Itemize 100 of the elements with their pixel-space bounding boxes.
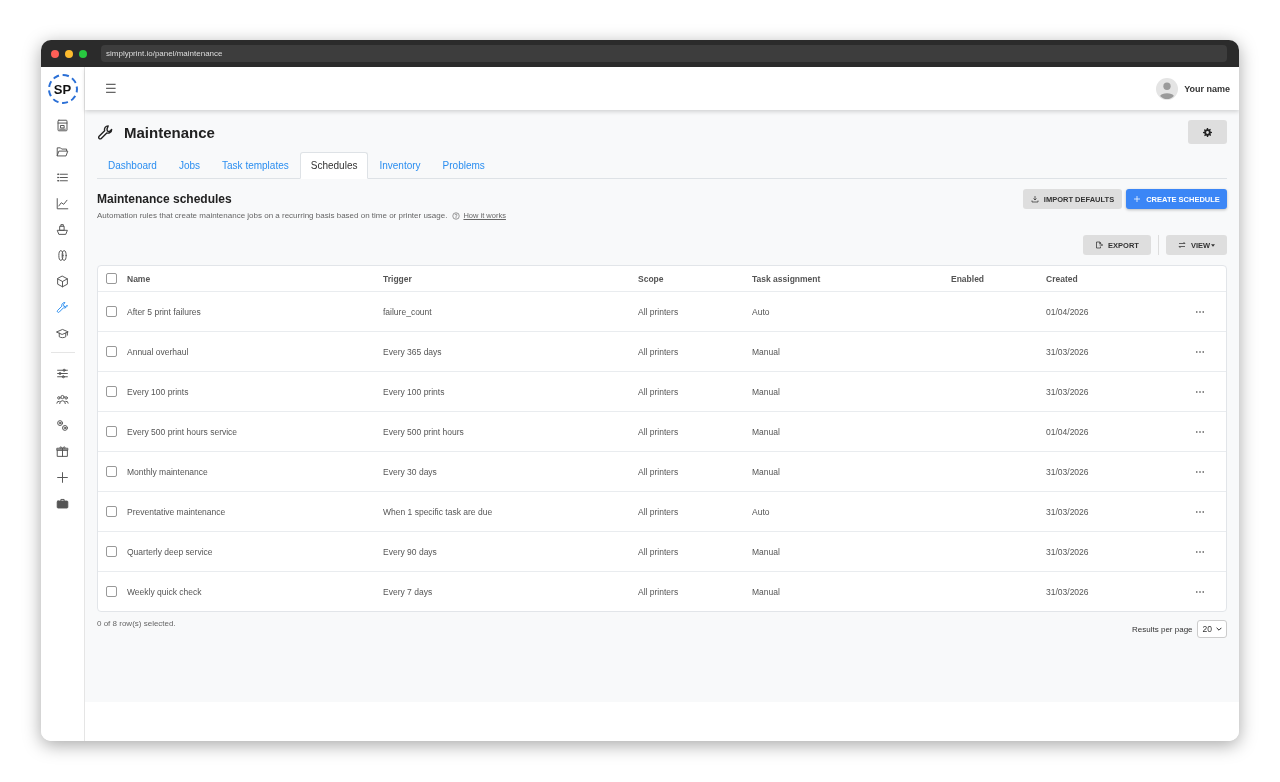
table-cell-text: 31/03/2026 [1046,466,1090,477]
users-icon[interactable] [56,393,69,406]
table-cell-text: When 1 specific task are due [383,506,494,517]
more-icon[interactable] [1196,430,1204,433]
file-export-icon [1095,241,1104,249]
table-cell-text: Every 500 print hours [383,426,465,437]
selection-count: 0 of 8 row(s) selected. [97,619,176,630]
close-icon[interactable] [51,49,59,58]
per-page-select[interactable]: 20 [1196,620,1227,638]
table-cell-text: 31/03/2026 [1046,386,1090,397]
table-cell-text: All printers [638,306,680,317]
table-cell-text: Annual overhaul [127,346,190,357]
swap-icon [1177,241,1186,249]
table-cell-text: Quarterly deep service [127,546,214,557]
row-checkbox[interactable] [106,546,117,557]
section-description: Automation rules that create maintenance jobs on a recurring basis based on time or printer usage. [97,211,448,220]
row-checkbox[interactable] [106,306,117,317]
table-cell-text: Manual [752,466,781,477]
table-cell-text: Manual [752,586,781,597]
row-checkbox[interactable] [106,506,117,517]
table-cell-text: 31/03/2026 [1046,506,1090,517]
plus-icon [1133,195,1142,203]
logo[interactable]: SP [47,74,78,104]
gift-icon[interactable] [56,445,69,458]
menu-button[interactable]: ☰ [105,81,117,96]
table-cell-text: Auto [752,306,771,317]
table-cell-text: All printers [638,426,680,437]
table-cell-text: Monthly maintenance [127,466,209,477]
more-icon[interactable] [1196,310,1204,313]
column-header[interactable]: Enabled [951,273,1046,284]
more-icon[interactable] [1196,350,1204,353]
sliders-icon[interactable] [56,367,69,380]
filament-icon[interactable] [56,249,69,262]
folder-icon[interactable] [56,145,69,158]
page-title: Maintenance [124,123,216,141]
row-checkbox[interactable] [106,386,117,397]
results-per-page-label: Results per page [1132,624,1193,634]
table-cell-text: Manual [752,546,781,557]
column-header[interactable]: Trigger [383,273,638,284]
graduation-cap-icon[interactable] [56,327,69,340]
table-cell-text: All printers [638,386,680,397]
column-header[interactable]: Scope [638,273,752,284]
table-cell-text: 31/03/2026 [1046,346,1090,357]
printer-icon[interactable] [56,119,69,132]
column-header[interactable]: Name [127,273,383,284]
tab[interactable]: Schedules [299,152,369,179]
table-cell-text: Every 100 prints [127,386,190,397]
table-cell-text: Auto [752,506,771,517]
gears-icon[interactable] [56,419,69,432]
help-icon [452,211,461,220]
settings-icon [1203,127,1212,137]
table-cell-text: Every 365 days [383,346,443,357]
row-checkbox[interactable] [106,426,117,437]
wrench-icon[interactable] [56,301,69,314]
caret-icon [1211,243,1216,247]
table-cell-text: 31/03/2026 [1046,546,1090,557]
row-checkbox[interactable] [106,346,117,357]
table-cell-text: 01/04/2026 [1046,306,1090,317]
table-cell-text: Every 100 prints [383,386,446,397]
address-bar[interactable]: simplyprint.io/panel/maintenance [101,45,1227,62]
user-name[interactable]: Your name [1184,83,1230,94]
select-all-checkbox[interactable] [106,273,117,284]
wrench-icon [97,123,114,141]
table-cell-text: All printers [638,586,680,597]
minimize-icon[interactable] [65,49,73,58]
table-cell-text: Every 90 days [383,546,438,557]
chevron-icon [1216,627,1222,631]
table-cell-text: 01/04/2026 [1046,426,1090,437]
table-cell-text: failure_count [383,306,433,317]
table-cell-text: Manual [752,346,781,357]
settings-button[interactable] [1188,120,1227,144]
table-cell-text: Every 7 days [383,586,434,597]
column-header[interactable]: Created [1046,273,1186,284]
table-cell-text: Every 30 days [383,466,438,477]
table-cell-text: After 5 print failures [127,306,202,317]
table-cell-text: 31/03/2026 [1046,586,1090,597]
table-cell-text: Every 500 print hours service [127,426,239,437]
briefcase-icon[interactable] [56,497,69,510]
cube-icon[interactable] [56,275,69,288]
more-icon[interactable] [1196,590,1204,593]
more-icon[interactable] [1196,510,1204,513]
row-checkbox[interactable] [106,466,117,477]
table-cell-text: Preventative maintenance [127,506,227,517]
avatar-icon[interactable] [1156,77,1179,100]
chart-icon[interactable] [56,197,69,210]
table-cell-text: All printers [638,346,680,357]
more-icon[interactable] [1196,550,1204,553]
column-header[interactable]: Task assignment [752,273,951,284]
table-cell-text: Manual [752,426,781,437]
section-title: Maintenance schedules [97,192,233,206]
plus-icon[interactable] [56,471,69,484]
table-cell-text: All printers [638,546,680,557]
row-checkbox[interactable] [106,586,117,597]
more-icon[interactable] [1196,470,1204,473]
more-icon[interactable] [1196,390,1204,393]
table-cell-text: All printers [638,506,680,517]
table-cell-text: Weekly quick check [127,586,203,597]
list-icon[interactable] [56,171,69,184]
table-cell-text: All printers [638,466,680,477]
maximize-icon[interactable] [79,49,87,58]
